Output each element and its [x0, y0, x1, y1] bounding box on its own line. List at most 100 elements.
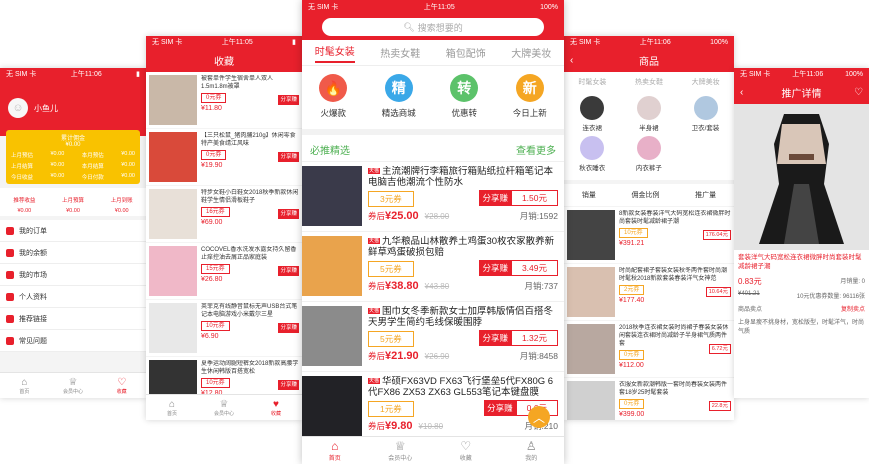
share-button[interactable]: 分享赚 — [278, 323, 299, 333]
search-input[interactable]: 🔍︎ 搜索想要的 — [322, 18, 544, 36]
home-icon: ⌂ — [21, 376, 28, 388]
share-button[interactable]: 分享赚 — [278, 380, 299, 390]
tab-beauty[interactable]: 大牌美妆 — [692, 77, 720, 87]
share-earn-button[interactable]: 分享赚 1.50元 — [479, 190, 558, 206]
list-item[interactable]: 特步女鞋小白鞋女2018秋季新款休闲鞋学生情侣滑板鞋子 16元券 ¥69.00 分享赚 — [146, 186, 302, 242]
list-item[interactable]: 2018秋季连衣裙女装时尚裙子春装女装休闲套装连衣裙时尚减龄子半身裙气质两件套 0… — [564, 321, 734, 377]
list-item[interactable]: 英菲克有线静音鼠标无声USB台式笔记本电脑游戏小米戴尔三星 10元券 ¥6.90 分享… — [146, 300, 302, 356]
coupon-badge: 0元券 — [619, 350, 645, 360]
copy-button[interactable]: 复制卖点 — [841, 304, 865, 313]
tab-women-shoes[interactable]: 热卖女鞋 — [380, 45, 420, 60]
list-item[interactable]: 8新款女装春装洋气大码宽松连衣裙微胖时尚套装时髦减龄裙子潮 10元券 ¥391.21… — [564, 207, 734, 263]
product-row[interactable]: 天猫 九华粮品山林散养土鸡蛋30枚农家散养新鲜草鸡蛋破损包赔 5元券 分享赚 3.49元… — [302, 232, 564, 302]
tab-member[interactable]: ♕ 会员中心 — [49, 373, 98, 398]
share-button[interactable]: 10.64元 — [705, 287, 731, 297]
subcategory-grid: 连衣裙 半身裙 卫衣/套装秋衣睡衣 内衣裤子 — [564, 92, 734, 180]
scroll-to-top-button[interactable]: ︿ — [528, 406, 550, 428]
share-button[interactable]: 分享赚 — [278, 209, 299, 219]
share-button[interactable]: 6.72元 — [708, 344, 731, 354]
list-item[interactable]: 时尚配套裙子套装女装秋冬两件套时尚潮时髦秋2018新款套装春装洋气女神范 2元券 ¥… — [564, 264, 734, 320]
price-label: 券后 — [368, 211, 386, 221]
tab-bags-accessories[interactable]: 箱包配饰 — [446, 45, 486, 60]
discount-transfer-icon: 转 — [450, 74, 479, 102]
back-icon[interactable]: ‹ — [570, 55, 573, 66]
category-label: 优惠转 — [451, 108, 477, 118]
list-item[interactable]: COCOVEL香水洗发水露女持久留香止痒控油去屑正品家庭装 15元券 ¥26.80 分… — [146, 243, 302, 299]
price: ¥38.80 — [385, 280, 419, 292]
share-earn-button[interactable]: 分享赚 3.49元 — [479, 260, 558, 276]
earning-item[interactable]: 推荐收益 ¥0.00 — [0, 188, 49, 216]
carrier-text: 无 SIM 卡 — [6, 71, 37, 78]
sort-sales[interactable]: 销量 — [582, 190, 596, 200]
category-new-today[interactable]: 新今日上新 — [513, 74, 547, 119]
category-hot-deals[interactable]: 🔥 火爆款 — [319, 74, 348, 119]
category-curated-mall[interactable]: 精精选商城 — [382, 74, 416, 119]
menu-item-profile[interactable]: 个人资料 — [0, 286, 146, 308]
tab-member[interactable]: ♕ 会员中心 — [368, 437, 434, 464]
share-button[interactable]: 176.04元 — [702, 230, 731, 240]
home-icon: ⌂ — [168, 398, 176, 410]
product-row[interactable]: 天猫 主流潮牌行李箱旅行箱贴纸拉杆箱笔记本电脑吉他潮流个性防水 3元券 分享赚 1.50… — [302, 162, 564, 232]
share-button[interactable]: 分享赚 — [278, 266, 299, 276]
share-button[interactable]: 22.8元 — [708, 401, 731, 411]
sort-promotion[interactable]: 推广量 — [695, 190, 716, 200]
price-row: 券后 ¥25.00 ¥28.00 月销:1592 — [368, 210, 558, 222]
product-row[interactable]: 天猫 围巾女冬季新款女士加厚韩版情侣百搭冬天男学生简约毛线保暖围脖 5元券 分享赚 1.… — [302, 302, 564, 372]
new-today-icon: 新 — [515, 74, 544, 102]
category-screen: 无 SIM 卡上午11:06 100% ‹ 商品 时髦女装 热卖女鞋 大牌美妆 连… — [564, 36, 734, 420]
tab-home[interactable]: ⌂ 首页 — [146, 395, 198, 420]
avatar[interactable]: ☺ — [8, 98, 28, 118]
subcategory-item[interactable]: 连衣裙 — [564, 96, 621, 136]
tab-home[interactable]: ⌂ 首页 — [0, 373, 49, 398]
category-discount-transfer[interactable]: 转优惠转 — [450, 74, 479, 119]
favorite-icon[interactable]: ♡ — [854, 87, 863, 98]
tab-favorites[interactable]: ♡ 收藏 — [433, 437, 499, 464]
sort-commission[interactable]: 佣金比例 — [631, 190, 659, 200]
tab-me[interactable]: ♙ 我的 — [499, 437, 565, 464]
list-item[interactable]: 【三只松鼠_猪肉脯210g】休闲零食特产美食靖江风味 0元券 ¥19.90 分享赚 — [146, 129, 302, 185]
section-title: 必推精选 — [310, 146, 350, 157]
tab-favorites[interactable]: ♡ 收藏 — [97, 373, 146, 398]
curated-mall-icon: 精 — [384, 74, 413, 102]
subcategory-item[interactable]: 内衣裤子 — [621, 136, 678, 176]
coupon-info: 10元优惠券数量: 96116张 — [796, 294, 865, 300]
tab-fashion-women[interactable]: 时髦女装 — [314, 43, 355, 63]
subcategory-label: 内衣裤子 — [635, 165, 662, 172]
item-price: ¥391.21 — [619, 240, 645, 247]
price: 0.83元 — [738, 277, 762, 286]
battery-text: 100% — [540, 3, 558, 11]
list-item[interactable]: 被套单件学生宿舍单人双人1.5m1.8m被罩 0元券 ¥11.80 分享赚 — [146, 72, 302, 128]
item-info: 8新款女装春装洋气大码宽松连衣裙微胖时尚套装时髦减龄裙子潮 10元券 ¥391.21… — [619, 210, 731, 260]
tab-shoes[interactable]: 热卖女鞋 — [635, 77, 663, 87]
tab-fashion[interactable]: 时髦女装 — [578, 77, 606, 87]
tab-favorites[interactable]: ♥ 收藏 — [250, 395, 302, 420]
coupon-badge: 16元券 — [201, 207, 230, 217]
tab-member[interactable]: ♕ 会员中心 — [198, 395, 250, 420]
subcategory-item[interactable]: 秋衣睡衣 — [564, 136, 621, 176]
menu-item-referral[interactable]: 推荐链接 — [0, 308, 146, 330]
tmall-badge: 天猫 — [368, 308, 381, 314]
share-earn-button[interactable]: 分享赚 1.32元 — [479, 330, 558, 346]
product-row[interactable]: 天猫 华硕FX63VD FX63飞行堡垒5代FX80G 6代FX86 ZX53 Z… — [302, 372, 564, 442]
time-text: 上午11:05 — [423, 4, 455, 11]
subcategory-item[interactable]: 卫衣/套装 — [677, 96, 734, 136]
menu-item-faq[interactable]: 常见问题 — [0, 330, 146, 352]
tab-home[interactable]: ⌂ 首页 — [302, 437, 368, 464]
subcategory-item[interactable]: 半身裙 — [621, 96, 678, 136]
back-icon[interactable]: ‹ — [740, 87, 743, 98]
see-more-link[interactable]: 查看更多 — [516, 142, 556, 157]
tab-beauty[interactable]: 大牌美妆 — [511, 45, 551, 60]
earning-item[interactable]: 上月到账 ¥0.00 — [97, 188, 146, 216]
share-value: 3.49元 — [510, 260, 558, 276]
original-price: ¥401.21 — [738, 291, 760, 297]
earning-item[interactable]: 上月預算 ¥0.00 — [49, 188, 98, 216]
battery-icon: ▮ — [136, 71, 140, 78]
share-button[interactable]: 分享赚 — [278, 95, 299, 105]
list-item[interactable]: 衣服女新款潮韩版一套时尚春装女装两件套18岁25时髦套装 0元券 ¥399.00 22… — [564, 378, 734, 420]
menu-item-orders[interactable]: 我的订单 — [0, 220, 146, 242]
menu-item-balance[interactable]: 我的余额 — [0, 242, 146, 264]
category-tabs: 时髦女装 热卖女鞋 大牌美妆 — [564, 72, 734, 92]
share-button[interactable]: 分享赚 — [278, 152, 299, 162]
menu-item-market[interactable]: 我的市场 — [0, 264, 146, 286]
share-value: 1.50元 — [510, 190, 558, 206]
